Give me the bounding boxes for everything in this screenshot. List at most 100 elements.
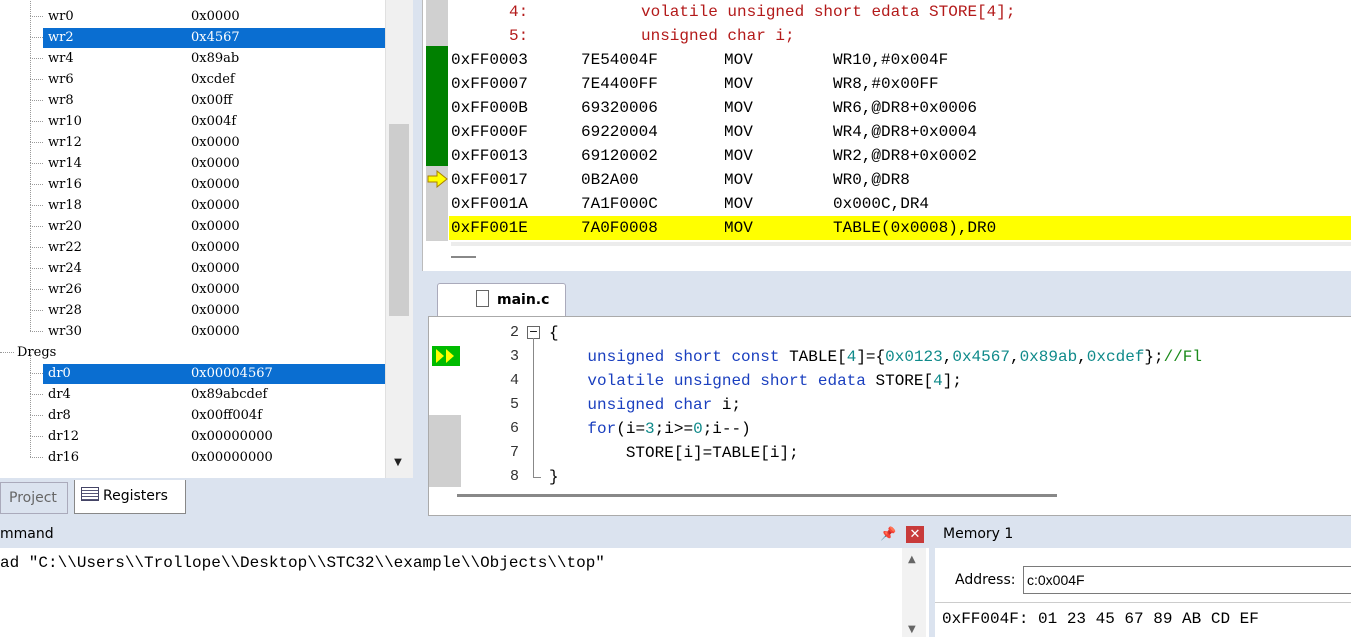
register-value[interactable]: 0x00000000 bbox=[191, 447, 273, 468]
register-tree[interactable]: wr0 0x0000 wr2 0x4567 wr4 0x89ab wr6 0xcdef wr8 0… bbox=[0, 0, 385, 478]
register-row[interactable]: dr16 0x00000000 bbox=[0, 436, 385, 468]
code-text: unsigned char i; bbox=[587, 396, 742, 414]
register-value[interactable]: 0x89abcdef bbox=[191, 384, 267, 405]
register-row[interactable]: wr30 0x0000 bbox=[0, 310, 385, 342]
command-window[interactable]: ad "C:\\Users\\Trollope\\Desktop\\STC32\… bbox=[0, 548, 929, 637]
scrollbar-thumb[interactable] bbox=[389, 124, 409, 316]
register-row[interactable]: wr18 0x0000 bbox=[0, 184, 385, 216]
register-value[interactable]: 0x0000 bbox=[191, 132, 240, 153]
disassembly-line[interactable]: 0xFF0007 7E4400FF MOV WR8,#0x00FF bbox=[449, 72, 1351, 96]
register-name: wr14 bbox=[48, 156, 82, 171]
instruction-address: 0xFF0003 bbox=[451, 51, 528, 69]
tree-line bbox=[30, 226, 31, 247]
scroll-up-icon[interactable]: ▲ bbox=[908, 554, 916, 565]
register-group-dregs[interactable]: Dregs bbox=[0, 342, 385, 363]
register-row[interactable]: wr0 0x0000 bbox=[0, 0, 385, 27]
register-value[interactable]: 0x0000 bbox=[191, 258, 240, 279]
register-value[interactable]: 0x00ff004f bbox=[191, 405, 262, 426]
source-line[interactable]: 5: unsigned char i; bbox=[449, 24, 1351, 48]
scroll-down-icon[interactable]: ▼ bbox=[908, 624, 916, 635]
instruction-operands: WR6,@DR8+0x0006 bbox=[833, 99, 978, 117]
register-row[interactable]: wr26 0x0000 bbox=[0, 268, 385, 300]
tab-registers[interactable]: Registers bbox=[74, 480, 186, 514]
register-value[interactable]: 0x0000 bbox=[191, 321, 240, 342]
register-value[interactable]: 0x0000 bbox=[191, 237, 240, 258]
register-row[interactable]: dr4 0x89abcdef bbox=[0, 373, 385, 405]
disassembly-line[interactable]: 0xFF0017 0B2A00 MOV WR0,@DR8 bbox=[449, 168, 1351, 192]
code-line[interactable]: 6 for(i=3;i>=0;i--) bbox=[429, 417, 1351, 441]
disassembly-line[interactable]: 0xFF0003 7E54004F MOV WR10,#0x004F bbox=[449, 48, 1351, 72]
register-name: wr18 bbox=[48, 198, 82, 213]
code-line[interactable]: 3 unsigned short const TABLE[4]={0x0123,… bbox=[429, 345, 1351, 369]
register-name: dr8 bbox=[48, 408, 71, 423]
register-value[interactable]: 0x0000 bbox=[191, 279, 240, 300]
tab-project-label: Project bbox=[9, 490, 57, 506]
register-row[interactable]: wr24 0x0000 bbox=[0, 247, 385, 279]
instruction-address: 0xFF0007 bbox=[451, 75, 528, 93]
register-name: wr26 bbox=[48, 282, 82, 297]
register-row[interactable]: wr14 0x0000 bbox=[0, 142, 385, 174]
code-line[interactable]: 2{ bbox=[429, 321, 1351, 345]
instruction-bytes: 69220004 bbox=[581, 123, 658, 141]
register-value[interactable]: 0xcdef bbox=[191, 69, 235, 90]
close-icon[interactable]: ✕ bbox=[906, 526, 924, 543]
editor-hscrollbar[interactable] bbox=[457, 494, 1057, 497]
code-line[interactable]: 5 unsigned char i; bbox=[429, 393, 1351, 417]
register-value[interactable]: 0x00004567 bbox=[191, 363, 273, 384]
register-name: dr12 bbox=[48, 429, 80, 444]
register-value[interactable]: 0x0000 bbox=[191, 216, 240, 237]
register-row[interactable]: wr4 0x89ab bbox=[0, 37, 385, 69]
disassembly-line[interactable]: 0xFF001A 7A1F000C MOV 0x000C,DR4 bbox=[449, 192, 1351, 216]
register-name: wr28 bbox=[48, 303, 82, 318]
scroll-down-icon[interactable]: ▼ bbox=[388, 453, 408, 473]
source-line[interactable]: 4: volatile unsigned short edata STORE[4]… bbox=[449, 0, 1351, 24]
executed-marker bbox=[426, 46, 448, 166]
disassembly-line[interactable]: 0xFF000B 69320006 MOV WR6,@DR8+0x0006 bbox=[449, 96, 1351, 120]
register-value[interactable]: 0x4567 bbox=[191, 27, 240, 48]
register-name: wr22 bbox=[48, 240, 82, 255]
code-line[interactable]: 4 volatile unsigned short edata STORE[4]… bbox=[429, 369, 1351, 393]
code-line[interactable]: 7 STORE[i]=TABLE[i]; bbox=[429, 441, 1351, 465]
disassembly-line[interactable]: 0xFF000F 69220004 MOV WR4,@DR8+0x0004 bbox=[449, 120, 1351, 144]
register-value[interactable]: 0x0000 bbox=[191, 153, 240, 174]
registers-scrollbar[interactable] bbox=[385, 0, 413, 478]
register-value[interactable]: 0x00000000 bbox=[191, 426, 273, 447]
command-scrollbar[interactable]: ▲ ▼ bbox=[902, 548, 926, 637]
register-row[interactable]: wr10 0x004f bbox=[0, 100, 385, 132]
register-row[interactable]: wr8 0x00ff bbox=[0, 79, 385, 111]
register-row[interactable]: dr0 0x00004567 bbox=[0, 352, 385, 384]
register-value[interactable]: 0x0000 bbox=[191, 300, 240, 321]
tree-line bbox=[30, 289, 31, 310]
group-label: Dregs bbox=[17, 345, 57, 360]
register-value[interactable]: 0x00ff bbox=[191, 90, 232, 111]
tree-line bbox=[30, 121, 43, 122]
code-text: unsigned short const TABLE[4]={0x0123,0x… bbox=[587, 348, 1202, 366]
register-value[interactable]: 0x004f bbox=[191, 111, 236, 132]
register-row[interactable]: wr2 0x4567 bbox=[0, 16, 385, 48]
register-row[interactable]: wr16 0x0000 bbox=[0, 163, 385, 195]
disassembly-line[interactable]: 0xFF0013 69120002 MOV WR2,@DR8+0x0002 bbox=[449, 144, 1351, 168]
code-line[interactable]: 8} bbox=[429, 465, 1351, 489]
register-row[interactable]: dr12 0x00000000 bbox=[0, 415, 385, 447]
memory-window: Address: 0xFF004F: 01 23 45 67 89 AB CD … bbox=[935, 548, 1351, 637]
disassembly-splitter[interactable] bbox=[451, 242, 1351, 246]
register-row[interactable]: dr8 0x00ff004f bbox=[0, 394, 385, 426]
tree-line bbox=[30, 37, 43, 38]
collapse-icon bbox=[451, 256, 476, 258]
register-value[interactable]: 0x0000 bbox=[191, 174, 240, 195]
register-row[interactable]: wr6 0xcdef bbox=[0, 58, 385, 90]
address-input[interactable] bbox=[1023, 566, 1351, 594]
register-value[interactable]: 0x0000 bbox=[191, 195, 240, 216]
register-row[interactable]: wr22 0x0000 bbox=[0, 226, 385, 258]
tab-main-c[interactable]: main.c bbox=[437, 283, 566, 316]
tab-project[interactable]: Project bbox=[0, 482, 68, 514]
register-value[interactable]: 0x89ab bbox=[191, 48, 239, 69]
register-value[interactable]: 0x0000 bbox=[191, 6, 240, 27]
register-row[interactable]: wr28 0x0000 bbox=[0, 289, 385, 321]
code-editor[interactable]: − 2{3 unsigned short const TABLE[4]={0x0… bbox=[428, 316, 1351, 516]
register-row[interactable]: wr20 0x0000 bbox=[0, 205, 385, 237]
register-row[interactable]: wr12 0x0000 bbox=[0, 121, 385, 153]
pin-icon[interactable]: 📌 bbox=[880, 521, 896, 548]
disassembly-line[interactable]: 0xFF001E 7A0F0008 MOV TABLE(0x0008),DR0 bbox=[449, 216, 1351, 240]
instruction-bytes: 0B2A00 bbox=[581, 171, 639, 189]
